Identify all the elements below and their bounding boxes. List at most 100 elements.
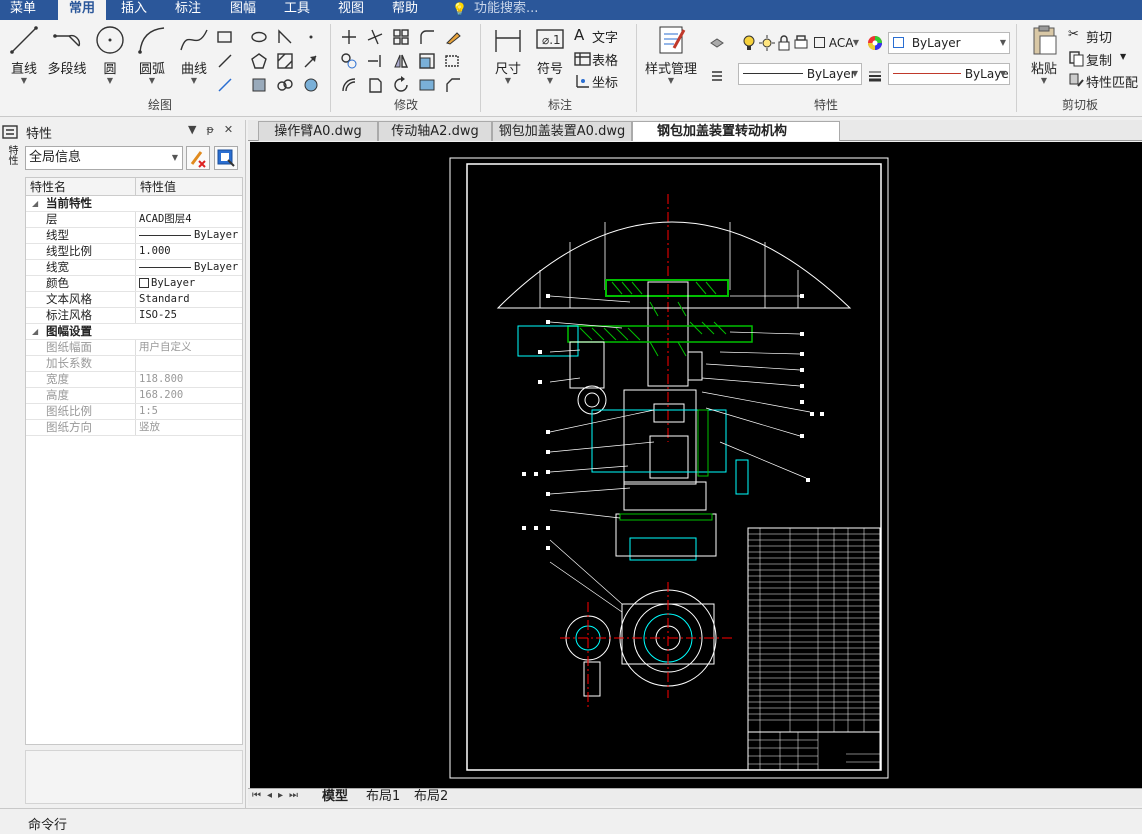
quick-select-button[interactable] — [214, 146, 238, 170]
menu-item-annotate[interactable]: 标注 — [166, 0, 210, 20]
command-line[interactable]: 命令行 — [28, 814, 67, 833]
property-row-dim-style[interactable]: 标注风格 ISO-25 — [26, 308, 242, 324]
menu-item-view[interactable]: 视图 — [328, 0, 374, 20]
layout-nav-arrows[interactable]: ⏮◂▸⏭ — [252, 790, 304, 801]
rotate-icon[interactable] — [392, 76, 410, 94]
selection-combo[interactable]: 全局信息 ▼ — [25, 146, 183, 170]
spline-icon — [180, 29, 208, 51]
arrow-icon[interactable] — [302, 52, 320, 70]
menu-item-help[interactable]: 帮助 — [382, 0, 428, 20]
paste-button[interactable]: 粘贴 ▼ — [1022, 24, 1066, 94]
hatch-icon[interactable] — [276, 52, 294, 70]
feature-search-input[interactable]: 功能搜索... — [474, 0, 554, 20]
chamfer-icon[interactable] — [444, 76, 462, 94]
property-row-text-style[interactable]: 文本风格 Standard — [26, 292, 242, 308]
color-dropdown[interactable]: ByLayer ▼ — [888, 32, 1010, 54]
layer-dropdown[interactable]: ACA ▼ — [810, 33, 862, 55]
arc-button[interactable]: 圆弧 ▼ — [132, 24, 172, 94]
close-icon[interactable]: ✕ — [224, 123, 243, 136]
layout-tab-2[interactable]: 布局2 — [414, 789, 448, 806]
menu-item-tools[interactable]: 工具 — [274, 0, 320, 20]
property-row-linetype-scale[interactable]: 线型比例 1.000 — [26, 244, 242, 260]
layout-tab-model[interactable]: 模型 — [322, 789, 348, 806]
curve-button[interactable]: 曲线 ▼ — [174, 24, 214, 94]
extend-icon[interactable] — [366, 52, 384, 70]
cut-button[interactable]: 剪切 — [1086, 27, 1112, 46]
copy-button[interactable]: 复制 — [1086, 50, 1112, 69]
category-current[interactable]: ◢ 当前特性 — [26, 196, 242, 212]
layer-on-icon[interactable] — [740, 34, 758, 52]
linetype-list-icon[interactable] — [708, 66, 726, 84]
color-wheel-icon[interactable] — [866, 34, 884, 52]
style-manager-icon — [659, 26, 686, 54]
style-manager-button[interactable]: 样式管理 ▼ — [644, 24, 698, 94]
stretch-icon[interactable] — [444, 52, 462, 70]
xline-icon[interactable] — [216, 52, 234, 70]
ellipse-icon[interactable] — [250, 28, 268, 46]
layer-freeze-icon[interactable] — [758, 34, 776, 52]
polyline-button[interactable]: 多段线 — [44, 24, 90, 94]
chevron-down-icon: ▼ — [106, 76, 114, 85]
coordinate-button[interactable]: 坐标 — [592, 72, 618, 91]
boundary-icon[interactable] — [302, 76, 320, 94]
layer-print-icon[interactable] — [792, 34, 810, 52]
symbol-button[interactable]: ⌀.1 符号 ▼ — [530, 24, 570, 94]
property-row-color[interactable]: 颜色 ByLayer — [26, 276, 242, 292]
explode-icon[interactable] — [366, 76, 384, 94]
toggle-pickadd-button[interactable] — [186, 146, 210, 170]
column-header-name: 特性名 — [26, 178, 136, 196]
mirror-icon[interactable] — [392, 52, 410, 70]
table-button[interactable]: 表格 — [592, 50, 618, 69]
pin-icon[interactable]: ᵽ — [206, 123, 223, 136]
doc-tab[interactable]: 操作臂A0.dwg — [258, 121, 378, 141]
text-button[interactable]: 文字 — [592, 27, 618, 46]
rectangle-icon[interactable] — [216, 28, 234, 46]
layer-lock-icon[interactable] — [775, 34, 793, 52]
copy-object-icon[interactable] — [340, 52, 358, 70]
scale-icon[interactable] — [418, 52, 436, 70]
menu-item-menu[interactable]: 菜单 — [0, 0, 46, 20]
layer-name-value: ACA — [828, 36, 854, 50]
dimension-icon — [495, 30, 521, 52]
property-value: 1.000 — [139, 245, 171, 257]
move-icon[interactable] — [340, 28, 358, 46]
lineweight-icon[interactable] — [866, 66, 884, 84]
cloud-icon[interactable] — [276, 76, 294, 94]
menu-item-home[interactable]: 常用 — [58, 0, 106, 20]
menu-item-insert[interactable]: 插入 — [112, 0, 156, 20]
trim-icon[interactable] — [366, 28, 384, 46]
array-icon[interactable] — [392, 28, 410, 46]
layout-tab-1[interactable]: 布局1 — [366, 789, 400, 806]
erase-icon[interactable] — [444, 28, 462, 46]
point-polyline-icon[interactable] — [276, 28, 294, 46]
lineweight-dropdown[interactable]: ByLayer ▼ — [888, 63, 1010, 85]
menu-item-frame[interactable]: 图幅 — [220, 0, 266, 20]
region-icon[interactable] — [250, 76, 268, 94]
circle-button[interactable]: 圆 ▼ — [90, 24, 130, 94]
linetype-preview — [743, 73, 803, 74]
linetype-dropdown[interactable]: ByLayer ▼ — [738, 63, 862, 85]
collapse-icon: ◢ — [32, 327, 39, 336]
property-row-layer[interactable]: 层 ACAD图层4 — [26, 212, 242, 228]
match-properties-button[interactable]: 特性匹配 — [1086, 72, 1138, 91]
break-icon[interactable] — [418, 76, 436, 94]
drawing-canvas[interactable] — [250, 142, 1142, 788]
line-button[interactable]: 直线 ▼ — [4, 24, 44, 94]
offset-icon[interactable] — [340, 76, 358, 94]
properties-side-tab[interactable]: 特性 — [0, 122, 22, 172]
doc-tab-active[interactable]: 钢包加盖装置转动机构A1.dwg* ✕ — [632, 121, 840, 158]
panel-menu-icon[interactable]: ▼ — [188, 123, 206, 136]
fillet-icon[interactable] — [418, 28, 436, 46]
layer-state-icon[interactable] — [708, 34, 726, 52]
property-row-lineweight[interactable]: 线宽 ByLayer — [26, 260, 242, 276]
dimension-button[interactable]: 尺寸 ▼ — [488, 24, 528, 94]
category-frame-settings[interactable]: ◢ 图幅设置 — [26, 324, 242, 340]
ray-icon[interactable] — [216, 76, 234, 94]
title-block-grid — [748, 732, 880, 770]
doc-tab[interactable]: 传动轴A2.dwg — [378, 121, 492, 141]
point-icon[interactable] — [302, 28, 320, 46]
property-row-linetype[interactable]: 线型 ByLayer — [26, 228, 242, 244]
doc-tab[interactable]: 钢包加盖装置A0.dwg — [492, 121, 632, 141]
style-manager-label: 样式管理 — [644, 62, 697, 77]
polygon-icon[interactable] — [250, 52, 268, 70]
